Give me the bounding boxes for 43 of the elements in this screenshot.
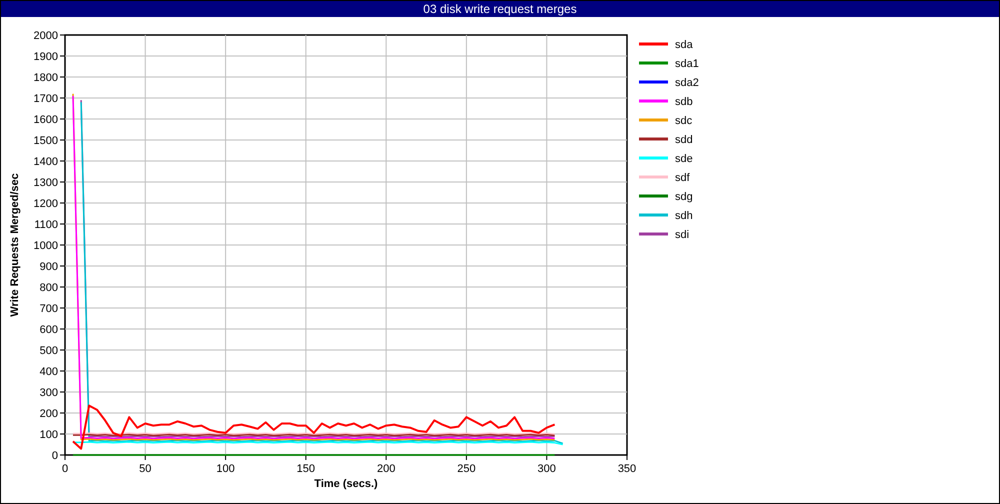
tick-label: 500 xyxy=(40,345,58,357)
legend-label: sda xyxy=(675,39,693,51)
chart-title: 03 disk write request merges xyxy=(423,2,577,16)
legend-label: sdc xyxy=(675,115,692,127)
tick-label: 1700 xyxy=(34,93,58,105)
axis-title: Time (secs.) xyxy=(314,478,378,490)
tick-label: 100 xyxy=(216,463,235,475)
tick-label: 200 xyxy=(40,408,58,420)
tick-label: 1200 xyxy=(34,198,58,210)
tick-label: 250 xyxy=(457,463,476,475)
tick-label: 1600 xyxy=(34,114,58,126)
tick-label: 50 xyxy=(139,463,152,475)
tick-label: 300 xyxy=(538,463,556,475)
tick-label: 800 xyxy=(40,282,58,294)
legend-label: sda1 xyxy=(675,58,699,70)
tick-label: 400 xyxy=(40,366,58,378)
tick-label: 1900 xyxy=(34,51,58,63)
tick-label: 200 xyxy=(376,463,396,475)
legend-label: sde xyxy=(675,153,693,165)
tick-label: 1000 xyxy=(34,240,58,252)
tick-label: 300 xyxy=(40,387,58,399)
axis-title: Write Requests Merged/sec xyxy=(9,173,21,317)
tick-label: 1800 xyxy=(34,72,58,84)
tick-label: 1400 xyxy=(34,156,58,168)
legend-label: sdb xyxy=(675,96,693,108)
legend-label: sdd xyxy=(675,134,693,146)
tick-label: 1300 xyxy=(34,177,58,189)
tick-label: 0 xyxy=(62,463,68,475)
tick-label: 150 xyxy=(296,463,316,475)
tick-label: 1100 xyxy=(34,219,58,231)
tick-label: 600 xyxy=(40,324,58,336)
legend-label: sdi xyxy=(675,229,690,241)
tick-label: 100 xyxy=(40,429,58,441)
legend-label: sda2 xyxy=(675,77,699,89)
legend-label: sdf xyxy=(675,172,690,184)
tick-label: 900 xyxy=(40,261,58,273)
tick-label: 2000 xyxy=(34,30,58,42)
legend-label: sdg xyxy=(675,191,693,203)
tick-label: 350 xyxy=(618,463,636,475)
legend-label: sdh xyxy=(675,210,693,222)
tick-label: 1500 xyxy=(34,135,58,147)
tick-label: 700 xyxy=(40,303,58,315)
tick-label: 0 xyxy=(52,450,58,462)
